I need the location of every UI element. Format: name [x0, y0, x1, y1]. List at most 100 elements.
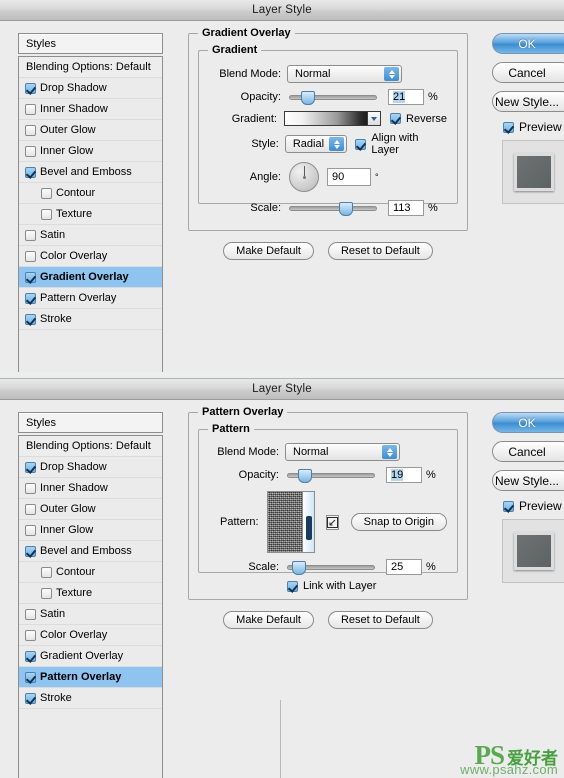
- titlebar[interactable]: Layer Style: [0, 378, 564, 400]
- sidebar-item-texture[interactable]: Texture: [19, 204, 162, 225]
- styles-list[interactable]: Blending Options: Default Drop Shadow In…: [18, 56, 163, 372]
- blend-mode-select[interactable]: Normal: [285, 443, 400, 461]
- sidebar-item-texture[interactable]: Texture: [19, 583, 162, 604]
- ok-button[interactable]: OK: [492, 412, 564, 433]
- checkbox-icon[interactable]: [25, 692, 36, 704]
- checkbox-icon[interactable]: [25, 145, 36, 157]
- styles-header-label: Styles: [26, 416, 56, 429]
- gradient-swatch[interactable]: [283, 111, 382, 126]
- scale-input[interactable]: 113: [388, 200, 424, 216]
- sidebar-item-blending-options[interactable]: Blending Options: Default: [19, 57, 162, 78]
- checkbox-icon[interactable]: [25, 166, 36, 178]
- preview-row[interactable]: Preview: [498, 499, 564, 513]
- titlebar[interactable]: Layer Style: [0, 0, 564, 21]
- sidebar-item-satin[interactable]: Satin: [19, 604, 162, 625]
- sidebar-item-inner-glow[interactable]: Inner Glow: [19, 520, 162, 541]
- scale-input[interactable]: 25: [386, 559, 422, 575]
- slider-knob[interactable]: [297, 469, 312, 483]
- scale-slider[interactable]: [289, 201, 377, 216]
- link-with-layer-row[interactable]: Link with Layer: [199, 580, 447, 592]
- sidebar-item-drop-shadow[interactable]: Drop Shadow: [19, 78, 162, 99]
- opacity-input[interactable]: 19: [386, 467, 422, 483]
- cancel-button[interactable]: Cancel: [492, 441, 564, 462]
- checkbox-icon[interactable]: [25, 271, 36, 283]
- opacity-slider[interactable]: [287, 468, 375, 483]
- preview-checkbox[interactable]: [503, 121, 514, 133]
- new-style-button[interactable]: New Style...: [492, 470, 564, 491]
- pattern-swatch[interactable]: [266, 491, 315, 553]
- sidebar-item-inner-glow[interactable]: Inner Glow: [19, 141, 162, 162]
- style-select[interactable]: Radial: [284, 135, 348, 153]
- sidebar-item-gradient-overlay[interactable]: Gradient Overlay: [19, 267, 162, 288]
- reset-to-default-button[interactable]: Reset to Default: [327, 242, 433, 260]
- pattern-scrollbar[interactable]: [301, 492, 314, 552]
- checkbox-icon[interactable]: [41, 566, 52, 578]
- checkbox-icon[interactable]: [25, 503, 36, 515]
- sidebar-item-contour[interactable]: Contour: [19, 183, 162, 204]
- sidebar-item-stroke[interactable]: Stroke: [19, 688, 162, 709]
- opacity-slider[interactable]: [289, 90, 377, 105]
- blend-mode-value: Normal: [293, 446, 329, 458]
- checkbox-icon[interactable]: [25, 103, 36, 115]
- checkbox-icon[interactable]: [25, 229, 36, 241]
- checkbox-icon[interactable]: [25, 313, 36, 325]
- sidebar-item-blending-options[interactable]: Blending Options: Default: [19, 436, 162, 457]
- sidebar-item-drop-shadow[interactable]: Drop Shadow: [19, 457, 162, 478]
- reset-to-default-button[interactable]: Reset to Default: [327, 611, 433, 629]
- sidebar-item-satin[interactable]: Satin: [19, 225, 162, 246]
- opacity-input[interactable]: 21: [388, 89, 424, 105]
- cancel-button[interactable]: Cancel: [492, 62, 564, 83]
- angle-input[interactable]: 90: [327, 168, 371, 186]
- sidebar-item-bevel-and-emboss[interactable]: Bevel and Emboss: [19, 162, 162, 183]
- chevron-down-icon[interactable]: [367, 112, 381, 125]
- sidebar-item-outer-glow[interactable]: Outer Glow: [19, 120, 162, 141]
- sidebar-item-color-overlay[interactable]: Color Overlay: [19, 625, 162, 646]
- checkbox-icon[interactable]: [25, 608, 36, 620]
- checkbox-icon[interactable]: [41, 208, 52, 220]
- checkbox-icon[interactable]: [25, 650, 36, 662]
- new-preset-icon[interactable]: [325, 514, 339, 530]
- sidebar-item-bevel-and-emboss[interactable]: Bevel and Emboss: [19, 541, 162, 562]
- checkbox-icon[interactable]: [25, 671, 36, 683]
- sidebar-item-inner-shadow[interactable]: Inner Shadow: [19, 99, 162, 120]
- checkbox-icon[interactable]: [25, 524, 36, 536]
- scrollbar-thumb[interactable]: [305, 516, 312, 540]
- link-with-layer-checkbox[interactable]: [287, 580, 298, 592]
- align-with-layer-checkbox[interactable]: [355, 138, 367, 150]
- sidebar-item-color-overlay[interactable]: Color Overlay: [19, 246, 162, 267]
- checkbox-icon[interactable]: [25, 82, 36, 94]
- sidebar-item-outer-glow[interactable]: Outer Glow: [19, 499, 162, 520]
- sidebar-item-stroke[interactable]: Stroke: [19, 309, 162, 330]
- checkbox-icon[interactable]: [25, 124, 36, 136]
- slider-knob[interactable]: [301, 91, 316, 105]
- preview-checkbox[interactable]: [503, 500, 514, 512]
- checkbox-icon[interactable]: [25, 545, 36, 557]
- sidebar-item-pattern-overlay[interactable]: Pattern Overlay: [19, 667, 162, 688]
- checkbox-icon[interactable]: [25, 250, 36, 262]
- pattern-overlay-panel: Pattern Overlay Pattern Blend Mode: Norm…: [188, 406, 468, 629]
- scale-slider[interactable]: [287, 560, 375, 575]
- checkbox-icon[interactable]: [25, 482, 36, 494]
- blend-mode-select[interactable]: Normal: [287, 65, 402, 83]
- sidebar-item-contour[interactable]: Contour: [19, 562, 162, 583]
- slider-knob[interactable]: [292, 561, 307, 575]
- snap-to-origin-button[interactable]: Snap to Origin: [350, 513, 447, 531]
- preview-thumbnail: [514, 532, 554, 570]
- styles-list[interactable]: Blending Options: Default Drop Shadow In…: [18, 435, 163, 778]
- new-style-button[interactable]: New Style...: [492, 91, 564, 112]
- checkbox-icon[interactable]: [41, 587, 52, 599]
- angle-dial[interactable]: [289, 162, 319, 192]
- make-default-button[interactable]: Make Default: [223, 611, 314, 629]
- checkbox-icon[interactable]: [25, 629, 36, 641]
- checkbox-icon[interactable]: [41, 187, 52, 199]
- sidebar-item-inner-shadow[interactable]: Inner Shadow: [19, 478, 162, 499]
- make-default-button[interactable]: Make Default: [223, 242, 314, 260]
- sidebar-item-pattern-overlay[interactable]: Pattern Overlay: [19, 288, 162, 309]
- reverse-checkbox[interactable]: [390, 113, 402, 124]
- preview-row[interactable]: Preview: [498, 120, 564, 134]
- checkbox-icon[interactable]: [25, 292, 36, 304]
- slider-knob[interactable]: [339, 202, 354, 216]
- ok-button[interactable]: OK: [492, 33, 564, 54]
- sidebar-item-gradient-overlay[interactable]: Gradient Overlay: [19, 646, 162, 667]
- checkbox-icon[interactable]: [25, 461, 36, 473]
